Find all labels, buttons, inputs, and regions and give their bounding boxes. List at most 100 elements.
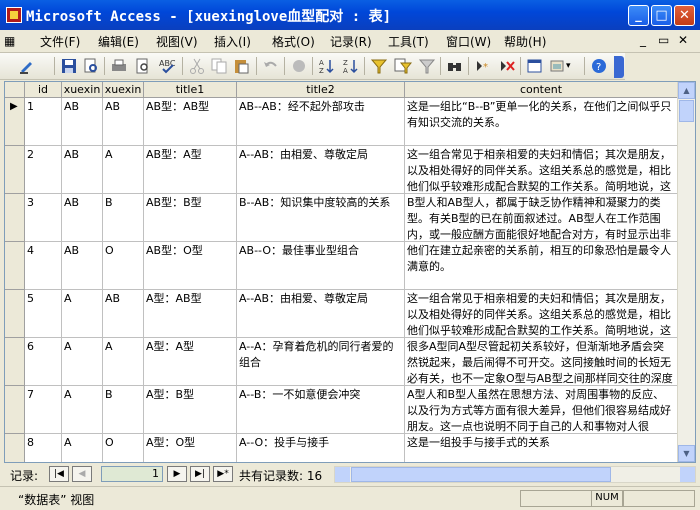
new-record-icon[interactable]: * [474,57,492,75]
row-selector[interactable] [5,290,25,338]
filter-by-selection-icon[interactable] [370,57,388,75]
cell-xuexin1[interactable]: A [62,386,103,434]
print-icon[interactable] [110,57,128,75]
minimize-button[interactable]: _ [628,5,649,26]
cell-title2[interactable]: A--A：孕育着危机的同行者爱的组合 [237,338,405,386]
cell-title1[interactable]: A型：AB型 [144,290,237,338]
close-button[interactable]: ✕ [674,5,695,26]
table-doc-icon[interactable]: ▦ [4,34,15,48]
cell-title1[interactable]: A型：A型 [144,338,237,386]
cell-title1[interactable]: AB型：AB型 [144,98,237,146]
scroll-left-button[interactable] [335,467,350,482]
column-header-xuexin1[interactable]: xuexin [62,82,103,98]
cell-xuexin2[interactable]: AB [103,98,144,146]
cell-xuexin1[interactable]: A [62,434,103,462]
cell-title2[interactable]: AB--AB：经不起外部攻击 [237,98,405,146]
first-record-button[interactable]: |◀ [49,466,69,482]
new-object-dropdown-icon[interactable]: ▾ [566,57,584,75]
cell-title1[interactable]: AB型：B型 [144,194,237,242]
last-record-button[interactable]: ▶| [190,466,210,482]
horizontal-scroll-thumb[interactable] [351,467,611,482]
menu-file[interactable]: 文件(F) [40,33,80,50]
doc-minimize-button[interactable]: _ [640,33,646,47]
cell-content[interactable]: 这是一组比“B--B”更单一化的关系，在他们之间似乎只有知识交流的关系。 除去奇… [405,98,678,146]
menu-help[interactable]: 帮助(H) [504,33,546,50]
vertical-scroll-thumb[interactable] [679,100,694,122]
cell-title2[interactable]: B--AB：知识集中度较高的关系 [237,194,405,242]
cell-title1[interactable]: AB型：O型 [144,242,237,290]
current-record-input[interactable]: 1 [101,466,163,482]
design-view-icon[interactable] [18,57,36,75]
undo-icon[interactable] [262,57,280,75]
cell-content[interactable]: 这是一组投手与接手式的关系 [405,434,678,462]
cell-title1[interactable]: AB型：A型 [144,146,237,194]
doc-close-button[interactable]: ✕ [678,33,688,47]
row-selector[interactable] [5,194,25,242]
sort-ascending-icon[interactable]: AZ [318,57,336,75]
cell-title2[interactable]: A--AB：由相爱、尊敬定局 [237,290,405,338]
cell-content[interactable]: A型人和B型人虽然在思想方法、对周围事物的反应、以及行为方式等方面有很大差异，但… [405,386,678,434]
cut-icon[interactable] [188,57,206,75]
cell-id[interactable]: 7 [25,386,62,434]
cell-title2[interactable]: A--AB：由相爱、尊敬定局 [237,146,405,194]
cell-xuexin2[interactable]: A [103,146,144,194]
scroll-right-button[interactable] [680,467,695,482]
spell-check-icon[interactable]: ABC [158,57,176,75]
cell-xuexin2[interactable]: B [103,386,144,434]
row-selector[interactable] [5,146,25,194]
cell-xuexin2[interactable]: O [103,434,144,462]
cell-title2[interactable]: A--B：一不如意便会冲突 [237,386,405,434]
column-header-id[interactable]: id [25,82,62,98]
cell-content[interactable]: 这一组合常见于相亲相爱的夫妇和情侣；其次是朋友，以及相处得好的同伴关系。这组关系… [405,146,678,194]
doc-restore-button[interactable]: ▭ [658,33,669,47]
help-icon[interactable]: ? [590,57,608,75]
previous-record-button[interactable]: ◀ [72,466,92,482]
column-header-content[interactable]: content [405,82,678,98]
cell-title2[interactable]: A--O：投手与接手 [237,434,405,462]
cell-id[interactable]: 8 [25,434,62,462]
cell-content[interactable]: 这一组合常见于相亲相爱的夫妇和情侣；其次是朋友，以及相处得好的同伴关系。这组关系… [405,290,678,338]
cell-title1[interactable]: A型：O型 [144,434,237,462]
row-selector[interactable] [5,242,25,290]
properties-icon[interactable] [526,57,544,75]
cell-content[interactable]: B型人和AB型人，都属于缺乏协作精神和凝聚力的类型。有关B型的已在前面叙述过。A… [405,194,678,242]
column-header-title2[interactable]: title2 [237,82,405,98]
cell-xuexin2[interactable]: B [103,194,144,242]
row-selector[interactable] [5,338,25,386]
cell-id[interactable]: 1 [25,98,62,146]
menu-insert[interactable]: 插入(I) [214,33,251,50]
toolbar-options-button[interactable] [614,56,624,78]
access-app-icon[interactable] [6,7,22,23]
menu-window[interactable]: 窗口(W) [446,33,491,50]
find-icon[interactable] [446,57,464,75]
menu-view[interactable]: 视图(V) [156,33,198,50]
cell-xuexin2[interactable]: O [103,242,144,290]
cell-xuexin1[interactable]: A [62,338,103,386]
cell-xuexin1[interactable]: AB [62,98,103,146]
cell-id[interactable]: 4 [25,242,62,290]
sort-descending-icon[interactable]: ZA [342,57,360,75]
cell-id[interactable]: 6 [25,338,62,386]
cell-content[interactable]: 很多A型同A型尽管起初关系较好，但渐渐地矛盾会突然锐起来，最后闹得不可开交。这同… [405,338,678,386]
cell-id[interactable]: 3 [25,194,62,242]
new-record-nav-button[interactable]: ▶* [213,466,233,482]
row-selector[interactable] [5,434,25,462]
database-window-icon[interactable] [548,57,566,75]
scroll-down-button[interactable]: ▼ [678,445,695,462]
paste-icon[interactable] [232,57,250,75]
cell-content[interactable]: 他们在建立起亲密的关系前，相互的印象恐怕是最令人满意的。 但型男子对型女人，会显… [405,242,678,290]
cell-title2[interactable]: AB--O：最佳事业型组合 [237,242,405,290]
cell-xuexin1[interactable]: AB [62,242,103,290]
hyperlink-icon[interactable] [290,57,308,75]
apply-filter-icon[interactable] [418,57,436,75]
filter-by-form-icon[interactable] [394,57,412,75]
cell-xuexin1[interactable]: AB [62,194,103,242]
column-header-xuexin2[interactable]: xuexin [103,82,144,98]
save-icon[interactable] [60,57,78,75]
menu-edit[interactable]: 编辑(E) [98,33,139,50]
cell-xuexin2[interactable]: AB [103,290,144,338]
copy-icon[interactable] [210,57,228,75]
menu-records[interactable]: 记录(R) [330,33,372,50]
row-selector[interactable] [5,386,25,434]
column-header-title1[interactable]: title1 [144,82,237,98]
